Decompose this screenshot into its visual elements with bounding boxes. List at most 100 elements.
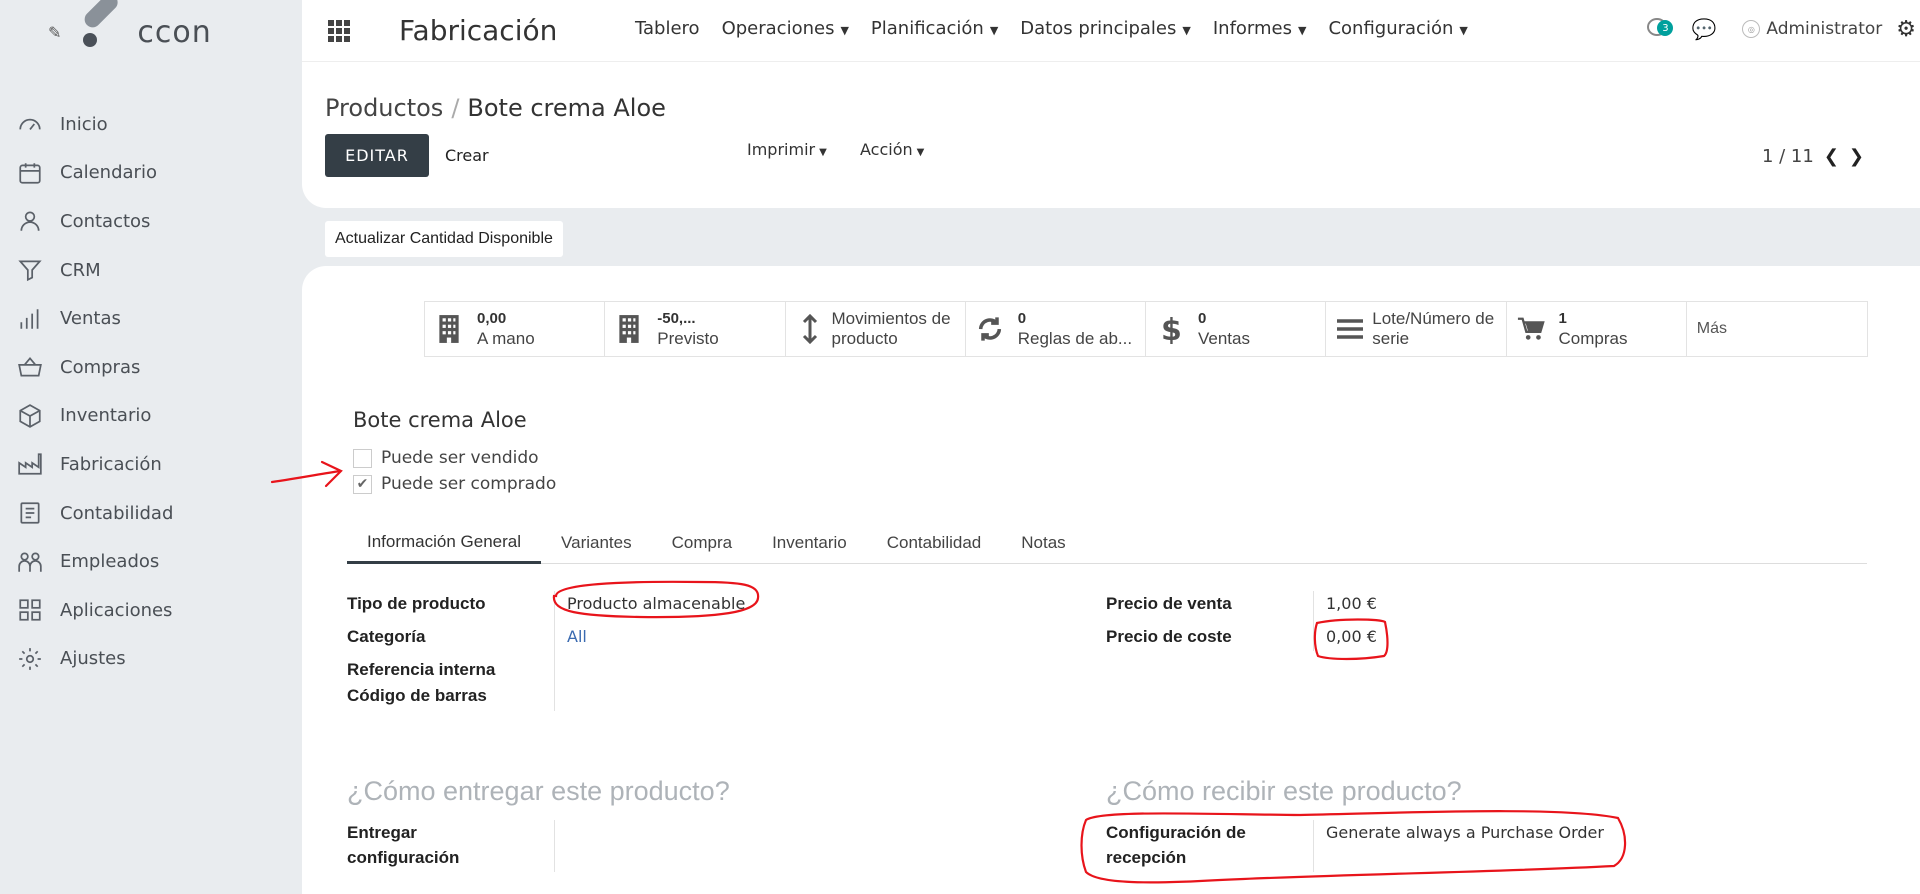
sidebar-item-calendario[interactable]: Calendario	[16, 149, 173, 198]
tab-variantes[interactable]: Variantes	[541, 522, 652, 564]
sidebar-item-ajustes[interactable]: Ajustes	[16, 635, 173, 684]
sidebar-item-compras[interactable]: Compras	[16, 343, 173, 392]
logo-mark-icon	[81, 0, 123, 47]
activity-button[interactable]: 3	[1647, 16, 1674, 42]
edit-pen-icon[interactable]: ✎	[48, 23, 61, 42]
pager: 1 / 11 ❮ ❯	[1762, 146, 1864, 167]
tab-informacion-general[interactable]: Información General	[347, 522, 542, 564]
building-icon	[435, 314, 469, 344]
stat-label: A mano	[477, 329, 535, 348]
deliver-config-label-2: configuración	[347, 848, 460, 867]
notification-badge: 3	[1657, 20, 1674, 36]
sidebar-item-contabilidad[interactable]: Contabilidad	[16, 489, 173, 538]
chevron-right-icon[interactable]: ❯	[1849, 146, 1864, 167]
print-dropdown[interactable]: Imprimir ▼	[747, 140, 827, 159]
stat-sales[interactable]: $ 0 Ventas	[1146, 302, 1327, 356]
nav-datos-principales[interactable]: Datos principales ▼	[1020, 18, 1191, 39]
action-dropdown[interactable]: Acción ▼	[860, 140, 924, 159]
sidebar-item-crm[interactable]: CRM	[16, 246, 173, 295]
cost-price-label: Precio de coste	[1106, 627, 1232, 646]
stat-lot-serial[interactable]: Lote/Número de serie	[1326, 302, 1507, 356]
sidebar-item-label: CRM	[60, 259, 101, 281]
stat-purchases[interactable]: 1 Compras	[1507, 302, 1687, 356]
internal-reference-label: Referencia interna	[347, 660, 496, 679]
stat-product-moves[interactable]: Movimientos de producto	[786, 302, 966, 356]
sale-price-label: Precio de venta	[1106, 594, 1232, 613]
nav-informes[interactable]: Informes ▼	[1213, 18, 1307, 39]
caret-down-icon: ▼	[1182, 24, 1191, 37]
more-label: Más	[1696, 320, 1727, 337]
sidebar-item-label: Inventario	[60, 405, 152, 427]
chevron-left-icon[interactable]: ❮	[1824, 146, 1839, 167]
debug-gear-icon[interactable]: ⚙	[1896, 17, 1916, 42]
edit-button[interactable]: EDITAR	[325, 134, 429, 177]
svg-text:$: $	[1161, 314, 1182, 344]
stat-label: Movimientos de producto	[831, 309, 951, 348]
stat-forecast[interactable]: -50,... Previsto	[605, 302, 786, 356]
can-be-purchased-checkbox[interactable]: ✔ Puede ser comprado	[353, 474, 556, 494]
field-separator	[554, 820, 555, 872]
sidebar-item-aplicaciones[interactable]: Aplicaciones	[16, 586, 173, 635]
tab-inventario[interactable]: Inventario	[752, 522, 867, 564]
tab-notas[interactable]: Notas	[1001, 522, 1085, 564]
caret-down-icon: ▼	[840, 24, 849, 37]
cart-icon	[1517, 314, 1551, 344]
sidebar-item-inventario[interactable]: Inventario	[16, 392, 173, 441]
stat-label: Reglas de ab...	[1017, 329, 1133, 348]
stat-more[interactable]: Más	[1687, 302, 1867, 356]
sidebar-item-contactos[interactable]: Contactos	[16, 197, 173, 246]
product-type-field[interactable]: Producto almacenable	[567, 591, 745, 617]
main-menu: Tablero Operaciones ▼ Planificación ▼ Dato…	[635, 18, 1490, 39]
sidebar-item-inicio[interactable]: Inicio	[16, 100, 173, 149]
sidebar-item-label: Calendario	[60, 162, 157, 184]
apps-grid-icon[interactable]	[328, 20, 350, 42]
stat-on-hand[interactable]: 0,00 A mano	[425, 302, 606, 356]
product-type-label: Tipo de producto	[347, 594, 486, 613]
create-button[interactable]: Crear	[445, 146, 489, 165]
cost-price-field[interactable]: 0,00 €	[1326, 624, 1377, 650]
brand-logo[interactable]: ✎ ccon	[48, 0, 212, 54]
checkbox-unchecked[interactable]	[353, 448, 372, 468]
check-icon[interactable]: ✔	[353, 474, 372, 494]
user-menu[interactable]: Administrator	[1766, 19, 1882, 39]
product-name[interactable]: Bote crema Aloe	[353, 408, 527, 432]
gauge-icon	[16, 110, 44, 138]
barcode-label: Código de barras	[347, 686, 487, 705]
update-quantity-button[interactable]: Actualizar Cantidad Disponible	[325, 221, 563, 257]
tab-compra[interactable]: Compra	[652, 522, 752, 564]
sidebar-item-ventas[interactable]: Ventas	[16, 294, 173, 343]
ledger-icon	[16, 499, 44, 527]
caret-down-icon: ▼	[819, 147, 827, 158]
stat-label: Ventas	[1198, 329, 1250, 348]
stat-reorder-rules[interactable]: 0 Reglas de ab...	[966, 302, 1146, 356]
sidebar-item-fabricacion[interactable]: Fabricación	[16, 440, 173, 489]
nav-planificacion[interactable]: Planificación ▼	[871, 18, 998, 39]
nav-operaciones[interactable]: Operaciones ▼	[722, 18, 849, 39]
tab-contabilidad[interactable]: Contabilidad	[867, 522, 1002, 564]
sale-price-field[interactable]: 1,00 €	[1326, 591, 1377, 617]
field-separator	[1313, 591, 1314, 651]
logo-text: ccon	[137, 14, 212, 50]
stat-label: Compras	[1558, 329, 1628, 348]
breadcrumb-productos[interactable]: Productos	[325, 94, 443, 122]
can-be-sold-label: Puede ser vendido	[381, 448, 539, 468]
refresh-icon	[976, 314, 1010, 344]
sidebar-item-empleados[interactable]: Empleados	[16, 537, 173, 586]
smart-buttons: 0,00 A mano -50,... Previsto Movimientos d…	[424, 301, 1868, 357]
caret-down-icon: ▼	[1459, 24, 1468, 37]
nav-configuracion[interactable]: Configuración ▼	[1328, 18, 1467, 39]
bar-chart-icon	[16, 305, 44, 333]
receive-config-field[interactable]: Generate always a Purchase Order	[1326, 820, 1604, 846]
avatar[interactable]: ◎	[1742, 20, 1761, 38]
messages-icon[interactable]: 💬	[1691, 17, 1716, 41]
people-icon	[16, 548, 44, 576]
category-link[interactable]: All	[567, 624, 587, 650]
arrows-vertical-icon	[796, 314, 824, 344]
breadcrumb: Productos / Bote crema Aloe	[325, 94, 666, 122]
nav-tablero[interactable]: Tablero	[635, 18, 700, 39]
breadcrumb-separator: /	[451, 94, 460, 122]
caret-down-icon: ▼	[1298, 24, 1307, 37]
pager-value[interactable]: 1 / 11	[1762, 146, 1814, 167]
factory-icon	[16, 450, 44, 478]
can-be-sold-checkbox[interactable]: Puede ser vendido	[353, 448, 539, 468]
